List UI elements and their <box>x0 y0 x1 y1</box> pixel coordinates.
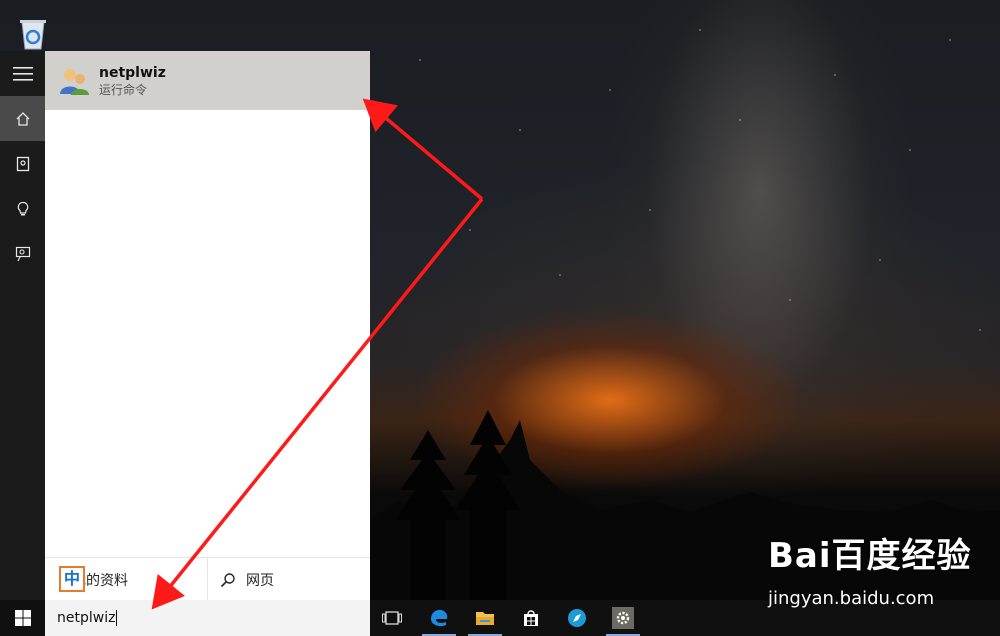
feedback-icon <box>15 246 30 261</box>
taskbar-search-input[interactable]: netplwiz <box>45 600 370 636</box>
start-button[interactable] <box>0 600 45 636</box>
start-menu-panel: netplwiz 运行命令 我的资料 中 网页 <box>45 51 370 601</box>
search-icon <box>220 572 235 587</box>
browser-icon <box>568 609 586 627</box>
home-icon <box>16 111 29 126</box>
notebook-button[interactable] <box>0 141 45 186</box>
store-icon <box>524 610 538 626</box>
reminders-button[interactable] <box>0 186 45 231</box>
taskbar-browser-button[interactable] <box>556 600 598 636</box>
baidu-jingyan-watermark: Bai百度经验 jingyan.baidu.com <box>768 528 1000 614</box>
windows-logo-icon <box>14 610 31 626</box>
ime-indicator[interactable]: 中 <box>59 566 85 592</box>
start-menu-rail <box>0 51 45 600</box>
hamburger-icon <box>12 66 33 81</box>
web-label: 网页 <box>246 572 274 589</box>
home-button[interactable] <box>0 96 45 141</box>
users-icon <box>60 68 89 95</box>
result-subtitle: 运行命令 <box>99 82 148 97</box>
watermark-logo: Bai百度经验 <box>768 536 972 576</box>
lightbulb-icon <box>17 201 28 215</box>
result-title: netplwiz <box>99 64 166 81</box>
taskbar-settings-button[interactable] <box>602 600 644 636</box>
taskbar-store-button[interactable] <box>510 600 552 636</box>
text-caret <box>116 610 118 626</box>
hamburger-menu-button[interactable] <box>0 51 45 96</box>
task-view-icon <box>382 611 402 625</box>
search-input-value: netplwiz <box>57 610 118 626</box>
task-view-button[interactable] <box>371 600 413 636</box>
edge-icon <box>431 609 448 627</box>
watermark-url: jingyan.baidu.com <box>768 588 935 609</box>
recycle-bin-icon[interactable] <box>14 16 52 50</box>
notebook-icon <box>16 156 29 171</box>
settings-icon <box>612 607 634 629</box>
best-match-result[interactable]: netplwiz 运行命令 <box>45 51 370 110</box>
taskbar-edge-button[interactable] <box>418 600 460 636</box>
taskbar-explorer-button[interactable] <box>464 600 506 636</box>
feedback-button[interactable] <box>0 231 45 276</box>
result-text: netplwiz 运行命令 <box>99 64 166 98</box>
file-explorer-icon <box>476 612 494 625</box>
web-filter-button[interactable]: 网页 <box>207 558 371 601</box>
search-filter-bar: 我的资料 中 网页 <box>45 557 370 601</box>
